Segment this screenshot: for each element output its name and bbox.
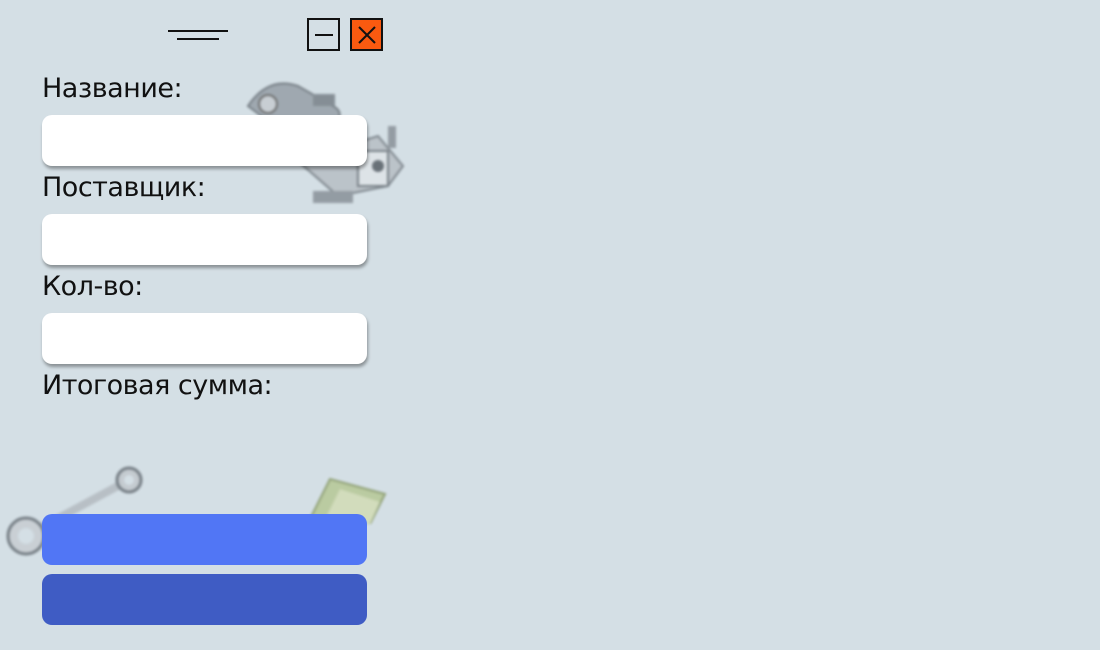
minimize-icon — [314, 33, 333, 36]
drag-handle-line — [168, 30, 228, 32]
name-input[interactable] — [42, 115, 367, 166]
quantity-input[interactable] — [42, 313, 367, 364]
app-window: Название: Поставщик: Кол-во: Итоговая су… — [0, 0, 1100, 650]
drag-handle-line — [177, 38, 219, 40]
close-button[interactable] — [350, 18, 383, 51]
drag-handle-icon[interactable] — [168, 28, 228, 44]
minimize-button[interactable] — [307, 18, 340, 51]
supplier-label: Поставщик: — [42, 172, 206, 203]
close-icon — [357, 25, 376, 44]
quantity-label: Кол-во: — [42, 271, 143, 302]
primary-action-button[interactable] — [42, 514, 367, 565]
supplier-input[interactable] — [42, 214, 367, 265]
name-label: Название: — [42, 73, 183, 104]
total-label: Итоговая сумма: — [42, 370, 273, 401]
secondary-action-button[interactable] — [42, 574, 367, 625]
